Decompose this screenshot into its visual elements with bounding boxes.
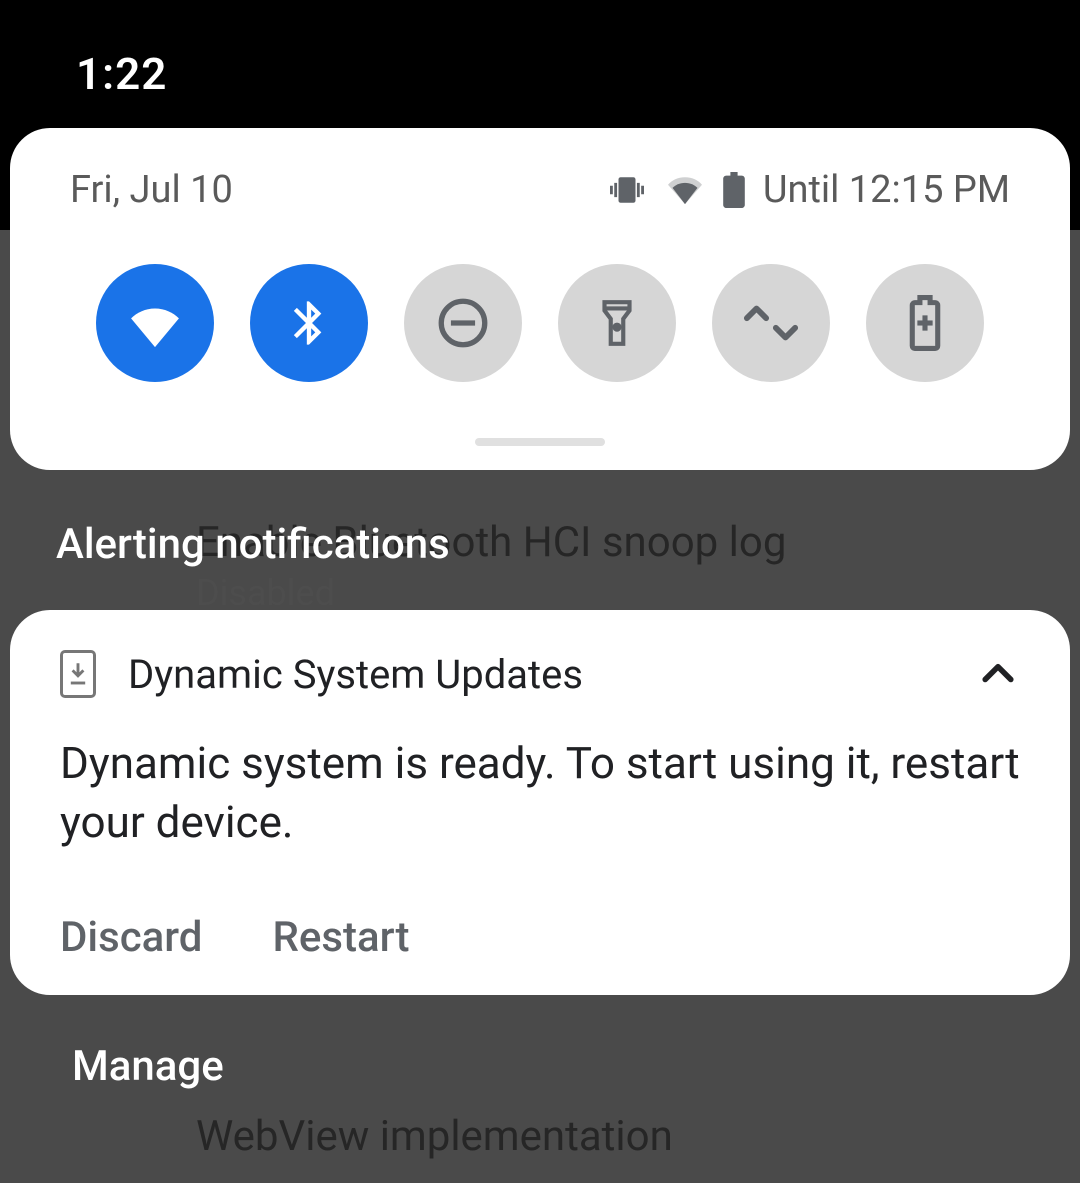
qs-tile-dnd[interactable]	[404, 264, 522, 382]
notification-body: Dynamic system is ready. To start using …	[60, 734, 1020, 853]
section-header-alerting: Alerting notifications	[56, 520, 450, 569]
bg-setting-title-2: WebView implementation	[196, 1112, 673, 1161]
manage-button[interactable]: Manage	[72, 1042, 224, 1091]
qs-tile-flashlight[interactable]	[558, 264, 676, 382]
battery-status-icon	[723, 172, 745, 208]
qs-tile-wifi[interactable]	[96, 264, 214, 382]
qs-drag-handle[interactable]	[475, 438, 605, 446]
bg-setting-sub: Disabled	[196, 572, 335, 614]
qs-tile-bluetooth[interactable]	[250, 264, 368, 382]
system-update-icon	[60, 650, 96, 698]
notification-app-name: Dynamic System Updates	[128, 651, 583, 698]
notification-card[interactable]: Dynamic System Updates Dynamic system is…	[10, 610, 1070, 995]
collapse-icon[interactable]	[976, 652, 1020, 696]
qs-date: Fri, Jul 10	[70, 168, 233, 212]
qs-tile-rotate[interactable]	[712, 264, 830, 382]
wifi-status-icon	[665, 173, 705, 207]
restart-button[interactable]: Restart	[272, 913, 409, 962]
quick-settings-panel: Fri, Jul 10 Until 12:15 PM	[10, 128, 1070, 470]
battery-until-text: Until 12:15 PM	[763, 168, 1010, 212]
vibrate-icon	[607, 173, 647, 207]
status-bar-time: 1:22	[76, 48, 167, 100]
qs-tile-battery-saver[interactable]	[866, 264, 984, 382]
qs-tiles-row	[70, 264, 1010, 382]
qs-header: Fri, Jul 10 Until 12:15 PM	[70, 168, 1010, 212]
discard-button[interactable]: Discard	[60, 913, 202, 962]
